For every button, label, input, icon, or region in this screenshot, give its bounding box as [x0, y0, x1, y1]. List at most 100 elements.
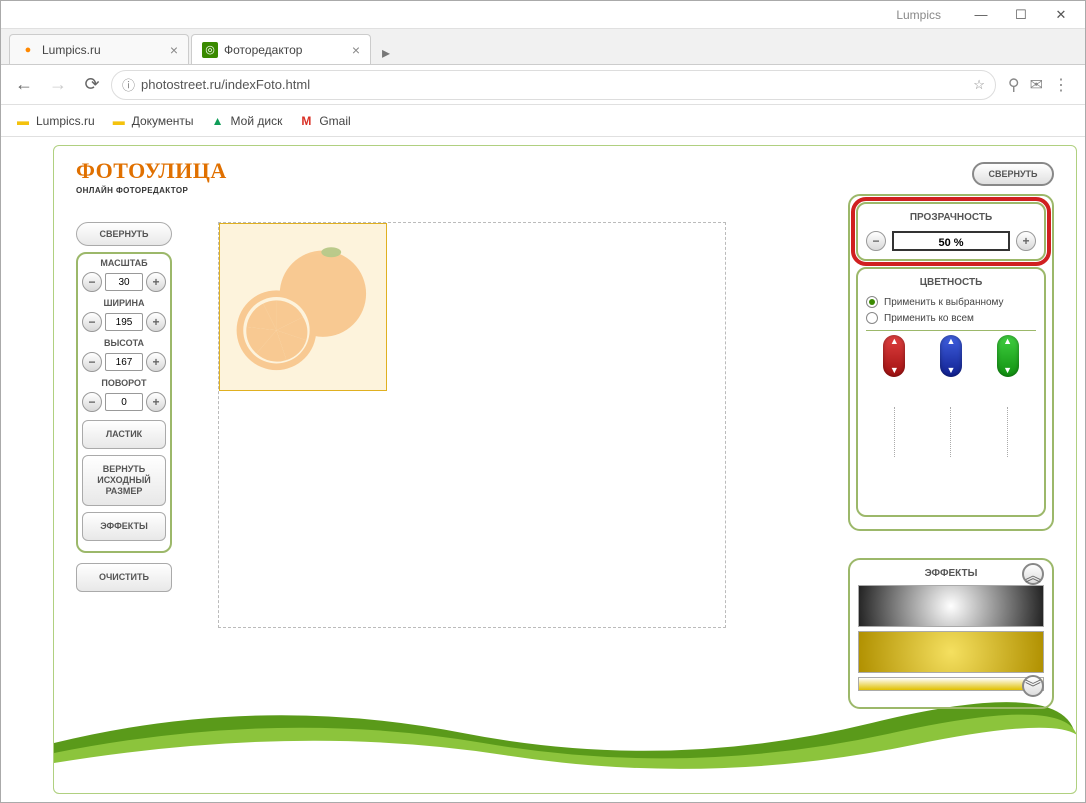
page-content: ФОТОУЛИЦА ОНЛАЙН ФОТОРЕДАКТОР СВЕРНУТЬ М…	[1, 137, 1085, 802]
tab-label: Lumpics.ru	[42, 43, 101, 57]
effect-item-1[interactable]	[858, 585, 1044, 627]
url-input[interactable]: ⓘ photostreet.ru/indexFoto.html ☆	[111, 70, 996, 100]
minimize-button[interactable]: —	[961, 2, 1001, 28]
url-text: photostreet.ru/indexFoto.html	[141, 77, 310, 92]
tab-photoeditor[interactable]: ◎ Фоторедактор ×	[191, 34, 371, 64]
bookmark-gmail[interactable]: M Gmail	[292, 111, 356, 131]
height-value[interactable]: 167	[105, 353, 143, 371]
back-button[interactable]: ←	[9, 70, 39, 100]
blue-slider[interactable]: ▲▼	[940, 335, 962, 457]
logo: ФОТОУЛИЦА ОНЛАЙН ФОТОРЕДАКТОР	[76, 158, 227, 195]
chevron-up-icon: ▲	[1003, 338, 1012, 345]
chevron-up-icon: ▲	[890, 338, 899, 345]
effects-button[interactable]: ЭФФЕКТЫ	[82, 512, 166, 541]
drive-icon: ▲	[210, 113, 226, 129]
radio-label: Применить к выбранному	[884, 297, 1004, 308]
scroll-down-button[interactable]: ︾	[1022, 675, 1044, 697]
translate-icon[interactable]: ⚲	[1008, 75, 1020, 95]
close-icon[interactable]: ×	[352, 42, 360, 58]
reload-button[interactable]: ⟳	[77, 70, 107, 100]
gmail-icon: M	[298, 113, 314, 129]
forward-button[interactable]: →	[43, 70, 73, 100]
new-tab-button[interactable]: ▸	[373, 42, 399, 64]
effects-panel: ЭФФЕКТЫ ︽ ︾	[848, 558, 1054, 709]
transparency-plus-button[interactable]: +	[1016, 231, 1036, 251]
radio-label: Применить ко всем	[884, 313, 974, 324]
effect-item-2[interactable]	[858, 631, 1044, 673]
scale-plus-button[interactable]: +	[146, 272, 166, 292]
rotate-minus-button[interactable]: −	[82, 392, 102, 412]
color-label: ЦВЕТНОСТЬ	[866, 277, 1036, 288]
slider-track	[894, 407, 895, 457]
chevron-down-icon: ▼	[890, 367, 899, 374]
width-minus-button[interactable]: −	[82, 312, 102, 332]
height-minus-button[interactable]: −	[82, 352, 102, 372]
bookmark-drive[interactable]: ▲ Мой диск	[204, 111, 289, 131]
info-icon: ⓘ	[122, 75, 135, 94]
apply-selected-radio[interactable]: Применить к выбранному	[866, 296, 1036, 308]
effects-label: ЭФФЕКТЫ	[925, 568, 978, 579]
collapse-right-button[interactable]: СВЕРНУТЬ	[972, 162, 1054, 186]
left-panel: СВЕРНУТЬ МАСШТАБ − 30 + ШИРИНА − 195 +	[76, 222, 172, 598]
rotate-label: ПОВОРОТ	[82, 378, 166, 388]
folder-icon: ▬	[15, 113, 31, 129]
width-label: ШИРИНА	[82, 298, 166, 308]
right-panel: ПРОЗРАЧНОСТЬ − 50 % + ЦВЕТНОСТЬ Применит…	[848, 194, 1054, 531]
radio-off-icon	[866, 312, 878, 324]
rotate-value[interactable]: 0	[105, 393, 143, 411]
maximize-button[interactable]: ☐	[1001, 2, 1041, 28]
bookmarks-bar: ▬ Lumpics.ru ▬ Документы ▲ Мой диск M Gm…	[1, 105, 1085, 137]
color-section: ЦВЕТНОСТЬ Применить к выбранному Примени…	[856, 267, 1046, 517]
red-slider[interactable]: ▲▼	[883, 335, 905, 457]
rotate-plus-button[interactable]: +	[146, 392, 166, 412]
selected-image[interactable]	[219, 223, 387, 391]
tab-label: Фоторедактор	[224, 43, 302, 57]
tab-lumpics[interactable]: ● Lumpics.ru ×	[9, 34, 189, 64]
canvas[interactable]	[218, 222, 726, 628]
address-bar: ← → ⟳ ⓘ photostreet.ru/indexFoto.html ☆ …	[1, 65, 1085, 105]
chevron-down-icon: ▼	[1003, 367, 1012, 374]
clear-button[interactable]: ОЧИСТИТЬ	[76, 563, 172, 592]
close-button[interactable]: ✕	[1041, 2, 1081, 28]
editor-icon: ◎	[202, 42, 218, 58]
scale-minus-button[interactable]: −	[82, 272, 102, 292]
width-value[interactable]: 195	[105, 313, 143, 331]
app-name: Lumpics	[896, 8, 941, 22]
menu-icon[interactable]: ⋮	[1053, 75, 1069, 95]
slider-track	[1007, 407, 1008, 457]
apply-all-radio[interactable]: Применить ко всем	[866, 312, 1036, 324]
collapse-left-button[interactable]: СВЕРНУТЬ	[76, 222, 172, 246]
close-icon[interactable]: ×	[170, 42, 178, 58]
transparency-label: ПРОЗРАЧНОСТЬ	[866, 212, 1036, 223]
height-label: ВЫСОТА	[82, 338, 166, 348]
orange-icon: ●	[20, 42, 36, 58]
slider-track	[950, 407, 951, 457]
bookmark-label: Lumpics.ru	[36, 114, 95, 128]
mail-icon[interactable]: ✉	[1030, 75, 1043, 95]
eraser-button[interactable]: ЛАСТИК	[82, 420, 166, 449]
bookmark-documents[interactable]: ▬ Документы	[105, 111, 200, 131]
orange-icon	[220, 224, 386, 390]
green-slider[interactable]: ▲▼	[997, 335, 1019, 457]
bookmark-label: Gmail	[319, 114, 350, 128]
star-icon[interactable]: ☆	[973, 77, 985, 93]
scale-label: МАСШТАБ	[82, 258, 166, 268]
transparency-value[interactable]: 50 %	[892, 231, 1010, 251]
titlebar: Lumpics — ☐ ✕	[1, 1, 1085, 29]
height-plus-button[interactable]: +	[146, 352, 166, 372]
width-plus-button[interactable]: +	[146, 312, 166, 332]
transparency-section: ПРОЗРАЧНОСТЬ − 50 % +	[856, 202, 1046, 261]
logo-subtitle: ОНЛАЙН ФОТОРЕДАКТОР	[76, 186, 227, 195]
restore-size-button[interactable]: ВЕРНУТЬ ИСХОДНЫЙ РАЗМЕР	[82, 455, 166, 506]
effect-item-3[interactable]	[858, 677, 1044, 691]
bookmark-label: Мой диск	[231, 114, 283, 128]
tabbar: ● Lumpics.ru × ◎ Фоторедактор × ▸	[1, 29, 1085, 65]
chevron-up-icon: ▲	[947, 338, 956, 345]
chevron-down-icon: ▼	[947, 367, 956, 374]
logo-title: ФОТОУЛИЦА	[76, 158, 227, 184]
scale-value[interactable]: 30	[105, 273, 143, 291]
transparency-minus-button[interactable]: −	[866, 231, 886, 251]
scroll-up-button[interactable]: ︽	[1022, 563, 1044, 585]
folder-icon: ▬	[111, 113, 127, 129]
bookmark-lumpics[interactable]: ▬ Lumpics.ru	[9, 111, 101, 131]
